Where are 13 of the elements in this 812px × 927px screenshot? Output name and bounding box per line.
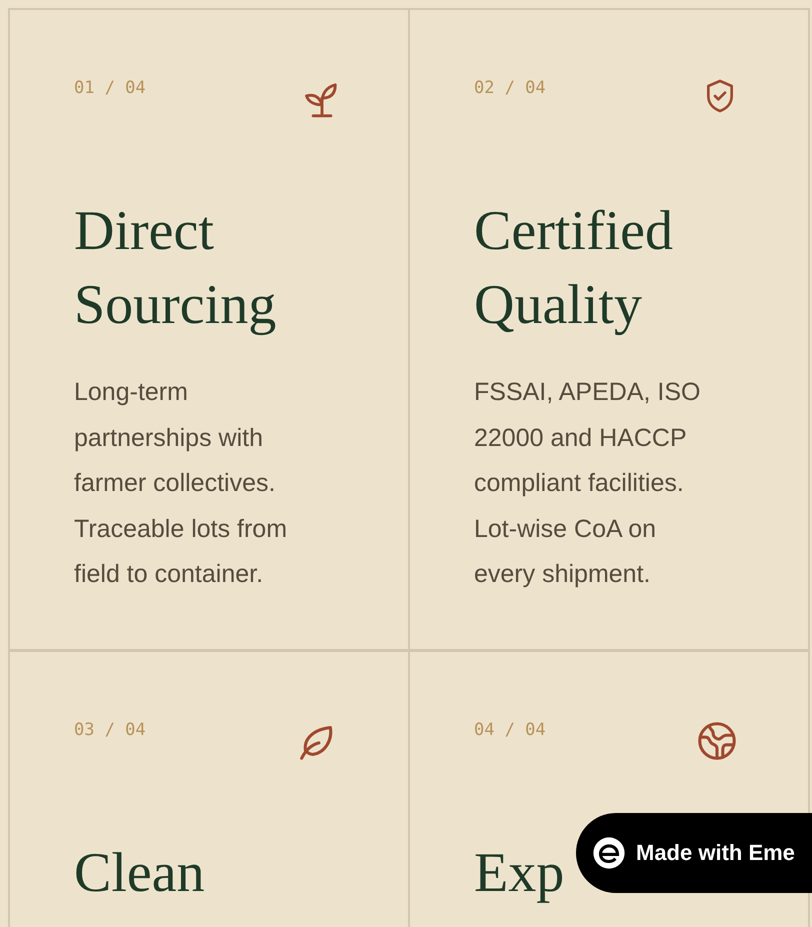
card-title: Direct Sourcing <box>74 199 278 338</box>
card-description: FSSAI, APEDA, ISO 22000 and HACCP compliant facilities. Lot-wise CoA on every shipment. <box>474 377 702 590</box>
made-with-badge[interactable]: Made with Eme <box>576 813 812 893</box>
card-title: Clean <box>74 841 205 906</box>
card-index: 04 / 04 <box>474 720 546 740</box>
card-title: Exp <box>474 841 564 906</box>
card-index: 01 / 04 <box>74 78 146 98</box>
card-index: 03 / 04 <box>74 720 146 740</box>
card-title: Certified Quality <box>474 199 674 338</box>
logo-icon <box>592 836 626 870</box>
card-description: Long-term partnerships with farmer collectives. Traceable lots from field to container. <box>74 377 288 590</box>
card-index: 02 / 04 <box>474 78 546 98</box>
badge-label: Made with Eme <box>636 840 795 866</box>
